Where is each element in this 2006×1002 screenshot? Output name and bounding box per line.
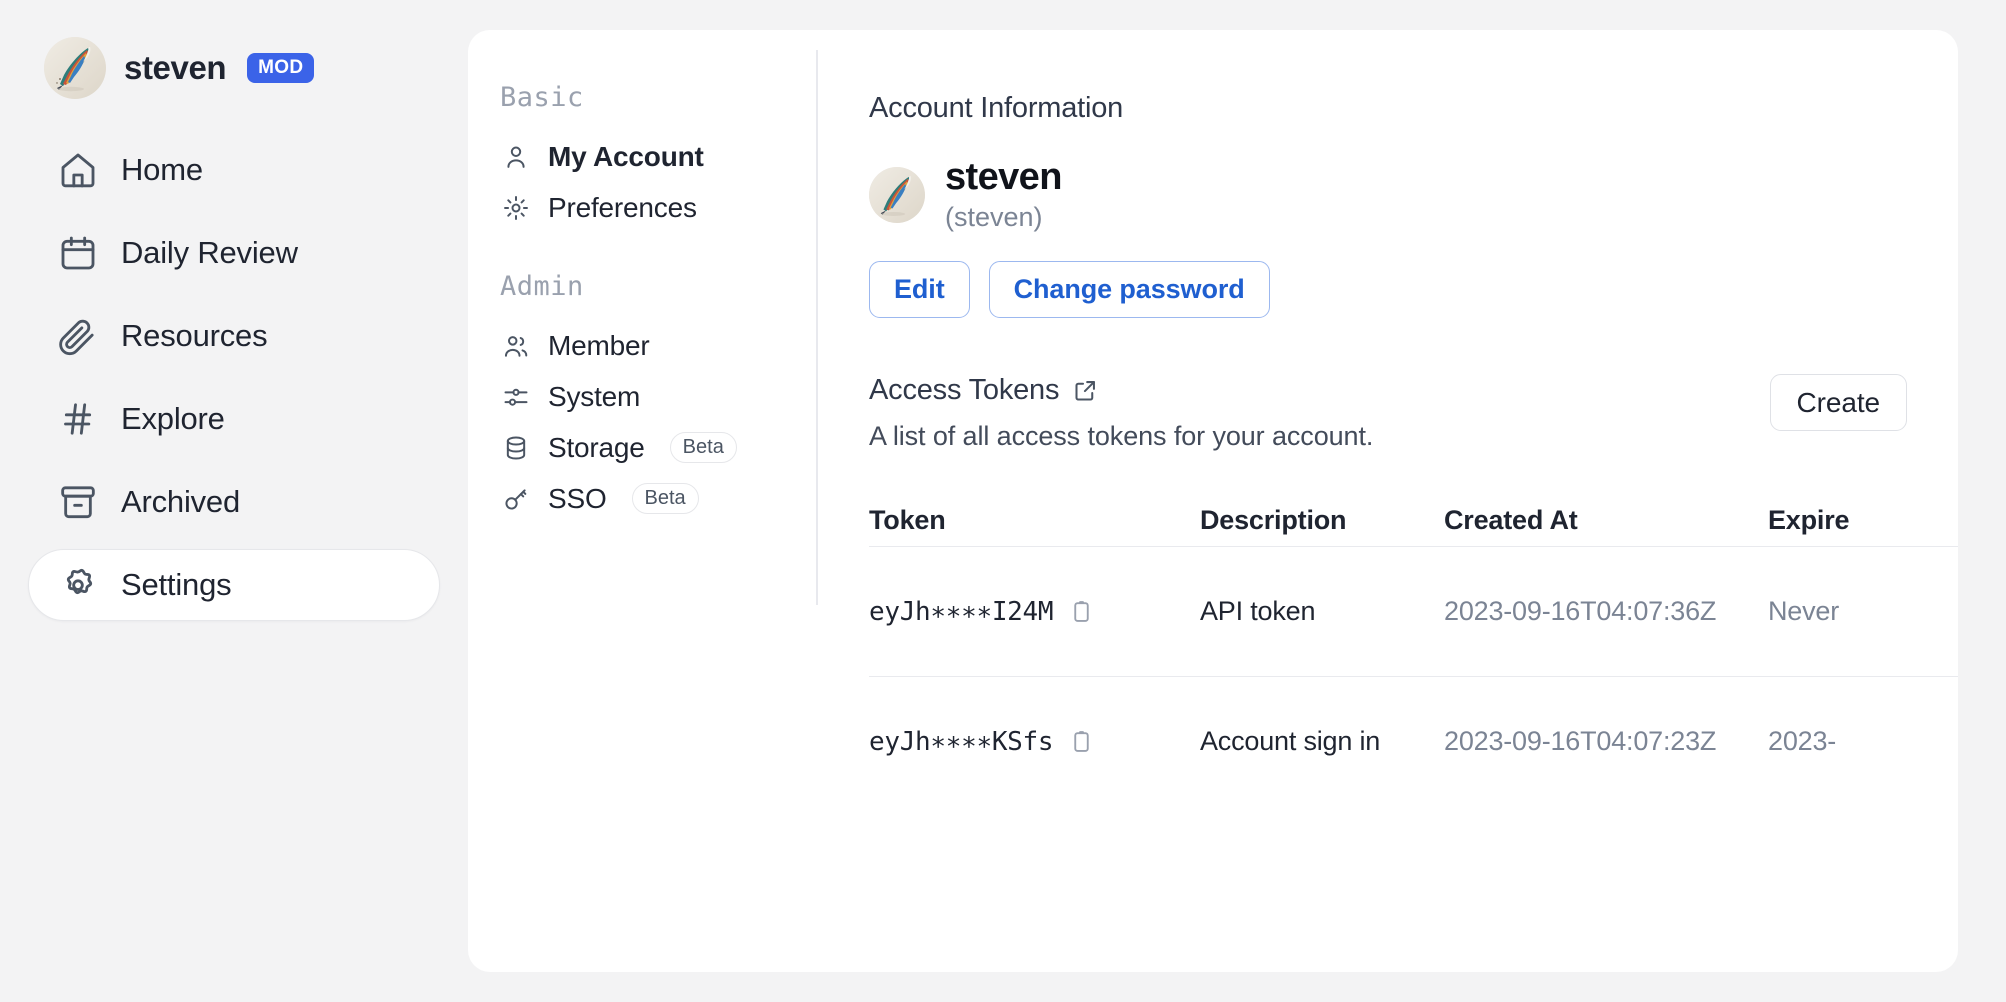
sidebar-username: steven bbox=[124, 49, 226, 87]
settings-card: Basic My Account Preferences bbox=[468, 30, 1958, 972]
subnav-item-preferences[interactable]: Preferences bbox=[498, 182, 818, 233]
external-link-icon[interactable] bbox=[1072, 377, 1099, 404]
clipboard-icon[interactable] bbox=[1069, 729, 1094, 754]
sidebar-item-label: Settings bbox=[121, 567, 231, 603]
access-tokens-title: Access Tokens bbox=[869, 374, 1059, 407]
created-at-cell: 2023-09-16T04:07:23Z bbox=[1444, 726, 1768, 757]
cog-icon bbox=[500, 192, 532, 224]
home-icon bbox=[57, 149, 99, 191]
mod-badge: MOD bbox=[247, 53, 314, 83]
settings-page: steven MOD Home bbox=[0, 0, 2006, 1002]
page-title: Account Information bbox=[869, 92, 1958, 125]
account-content: Account Information bbox=[818, 30, 1958, 972]
sidebar-item-label: Archived bbox=[121, 484, 240, 520]
beta-badge: Beta bbox=[670, 432, 737, 463]
column-header-token: Token bbox=[869, 505, 1200, 536]
calendar-icon bbox=[57, 232, 99, 274]
sliders-icon bbox=[500, 381, 532, 413]
subnav-item-storage[interactable]: Storage Beta bbox=[498, 422, 818, 473]
subnav-item-label: Storage bbox=[548, 432, 645, 464]
token-cell: eyJh∗∗∗∗KSfs bbox=[869, 727, 1200, 757]
access-tokens-header: Access Tokens A list of all access token… bbox=[869, 374, 1958, 452]
subnav-item-label: Preferences bbox=[548, 192, 697, 224]
token-value: eyJh∗∗∗∗KSfs bbox=[869, 727, 1053, 757]
account-handle: (steven) bbox=[945, 203, 1062, 231]
feather-avatar bbox=[44, 37, 106, 99]
main-sidebar: steven MOD Home bbox=[0, 0, 468, 1002]
token-value: eyJh∗∗∗∗I24M bbox=[869, 597, 1053, 627]
change-password-button[interactable]: Change password bbox=[989, 261, 1270, 318]
expires-at-cell: 2023- bbox=[1768, 726, 1958, 757]
account-display-name: steven bbox=[945, 158, 1062, 198]
subnav-item-label: System bbox=[548, 381, 640, 413]
edit-button[interactable]: Edit bbox=[869, 261, 970, 318]
column-header-description: Description bbox=[1200, 505, 1444, 536]
subnav-item-system[interactable]: System bbox=[498, 371, 818, 422]
sidebar-item-home[interactable]: Home bbox=[28, 134, 440, 206]
sidebar-item-archived[interactable]: Archived bbox=[28, 466, 440, 538]
sidebar-item-label: Explore bbox=[121, 401, 225, 437]
description-cell: API token bbox=[1200, 596, 1444, 627]
clipboard-icon[interactable] bbox=[1069, 599, 1094, 624]
description-cell: Account sign in bbox=[1200, 726, 1444, 757]
paperclip-icon bbox=[57, 315, 99, 357]
table-header-row: Token Description Created At Expire bbox=[869, 494, 1958, 546]
sidebar-item-daily-review[interactable]: Daily Review bbox=[28, 217, 440, 289]
column-header-expire: Expire bbox=[1768, 505, 1958, 536]
sidebar-user[interactable]: steven MOD bbox=[0, 36, 468, 100]
subnav-item-label: Member bbox=[548, 330, 650, 362]
column-header-created-at: Created At bbox=[1444, 505, 1768, 536]
expires-at-cell: Never bbox=[1768, 596, 1958, 627]
sidebar-item-resources[interactable]: Resources bbox=[28, 300, 440, 372]
subnav-item-sso[interactable]: SSO Beta bbox=[498, 473, 818, 524]
account-actions: Edit Change password bbox=[869, 261, 1958, 318]
archive-icon bbox=[57, 481, 99, 523]
token-cell: eyJh∗∗∗∗I24M bbox=[869, 597, 1200, 627]
access-tokens-subtitle: A list of all access tokens for your acc… bbox=[869, 421, 1373, 452]
database-icon bbox=[500, 432, 532, 464]
table-row: eyJh∗∗∗∗I24M API token 2023-09-16T04:07:… bbox=[869, 546, 1958, 676]
table-row: eyJh∗∗∗∗KSfs Account sign in 2023-09-16T… bbox=[869, 676, 1958, 806]
user-icon bbox=[500, 141, 532, 173]
sidebar-item-explore[interactable]: Explore bbox=[28, 383, 440, 455]
create-token-button[interactable]: Create bbox=[1770, 374, 1907, 431]
beta-badge: Beta bbox=[632, 483, 699, 514]
sidebar-item-label: Daily Review bbox=[121, 235, 298, 271]
subnav-group-admin-title: Admin bbox=[498, 271, 818, 302]
subnav-item-label: SSO bbox=[548, 483, 607, 515]
subnav-item-label: My Account bbox=[548, 141, 704, 173]
sidebar-item-settings[interactable]: Settings bbox=[28, 549, 440, 621]
subnav-item-my-account[interactable]: My Account bbox=[498, 131, 818, 182]
hash-icon bbox=[57, 398, 99, 440]
subnav-item-member[interactable]: Member bbox=[498, 320, 818, 371]
sidebar-nav: Home Daily Review Resources bbox=[0, 134, 468, 621]
access-tokens-title-row: Access Tokens bbox=[869, 374, 1373, 407]
settings-subnav: Basic My Account Preferences bbox=[468, 30, 818, 972]
sidebar-item-label: Home bbox=[121, 152, 203, 188]
users-icon bbox=[500, 330, 532, 362]
key-icon bbox=[500, 483, 532, 515]
gear-icon bbox=[57, 564, 99, 606]
created-at-cell: 2023-09-16T04:07:36Z bbox=[1444, 596, 1768, 627]
account-identity: steven (steven) bbox=[869, 158, 1958, 231]
subnav-group-basic-title: Basic bbox=[498, 82, 818, 113]
sidebar-item-label: Resources bbox=[121, 318, 267, 354]
feather-avatar bbox=[869, 167, 925, 223]
access-tokens-table: Token Description Created At Expire eyJh… bbox=[869, 494, 1958, 806]
